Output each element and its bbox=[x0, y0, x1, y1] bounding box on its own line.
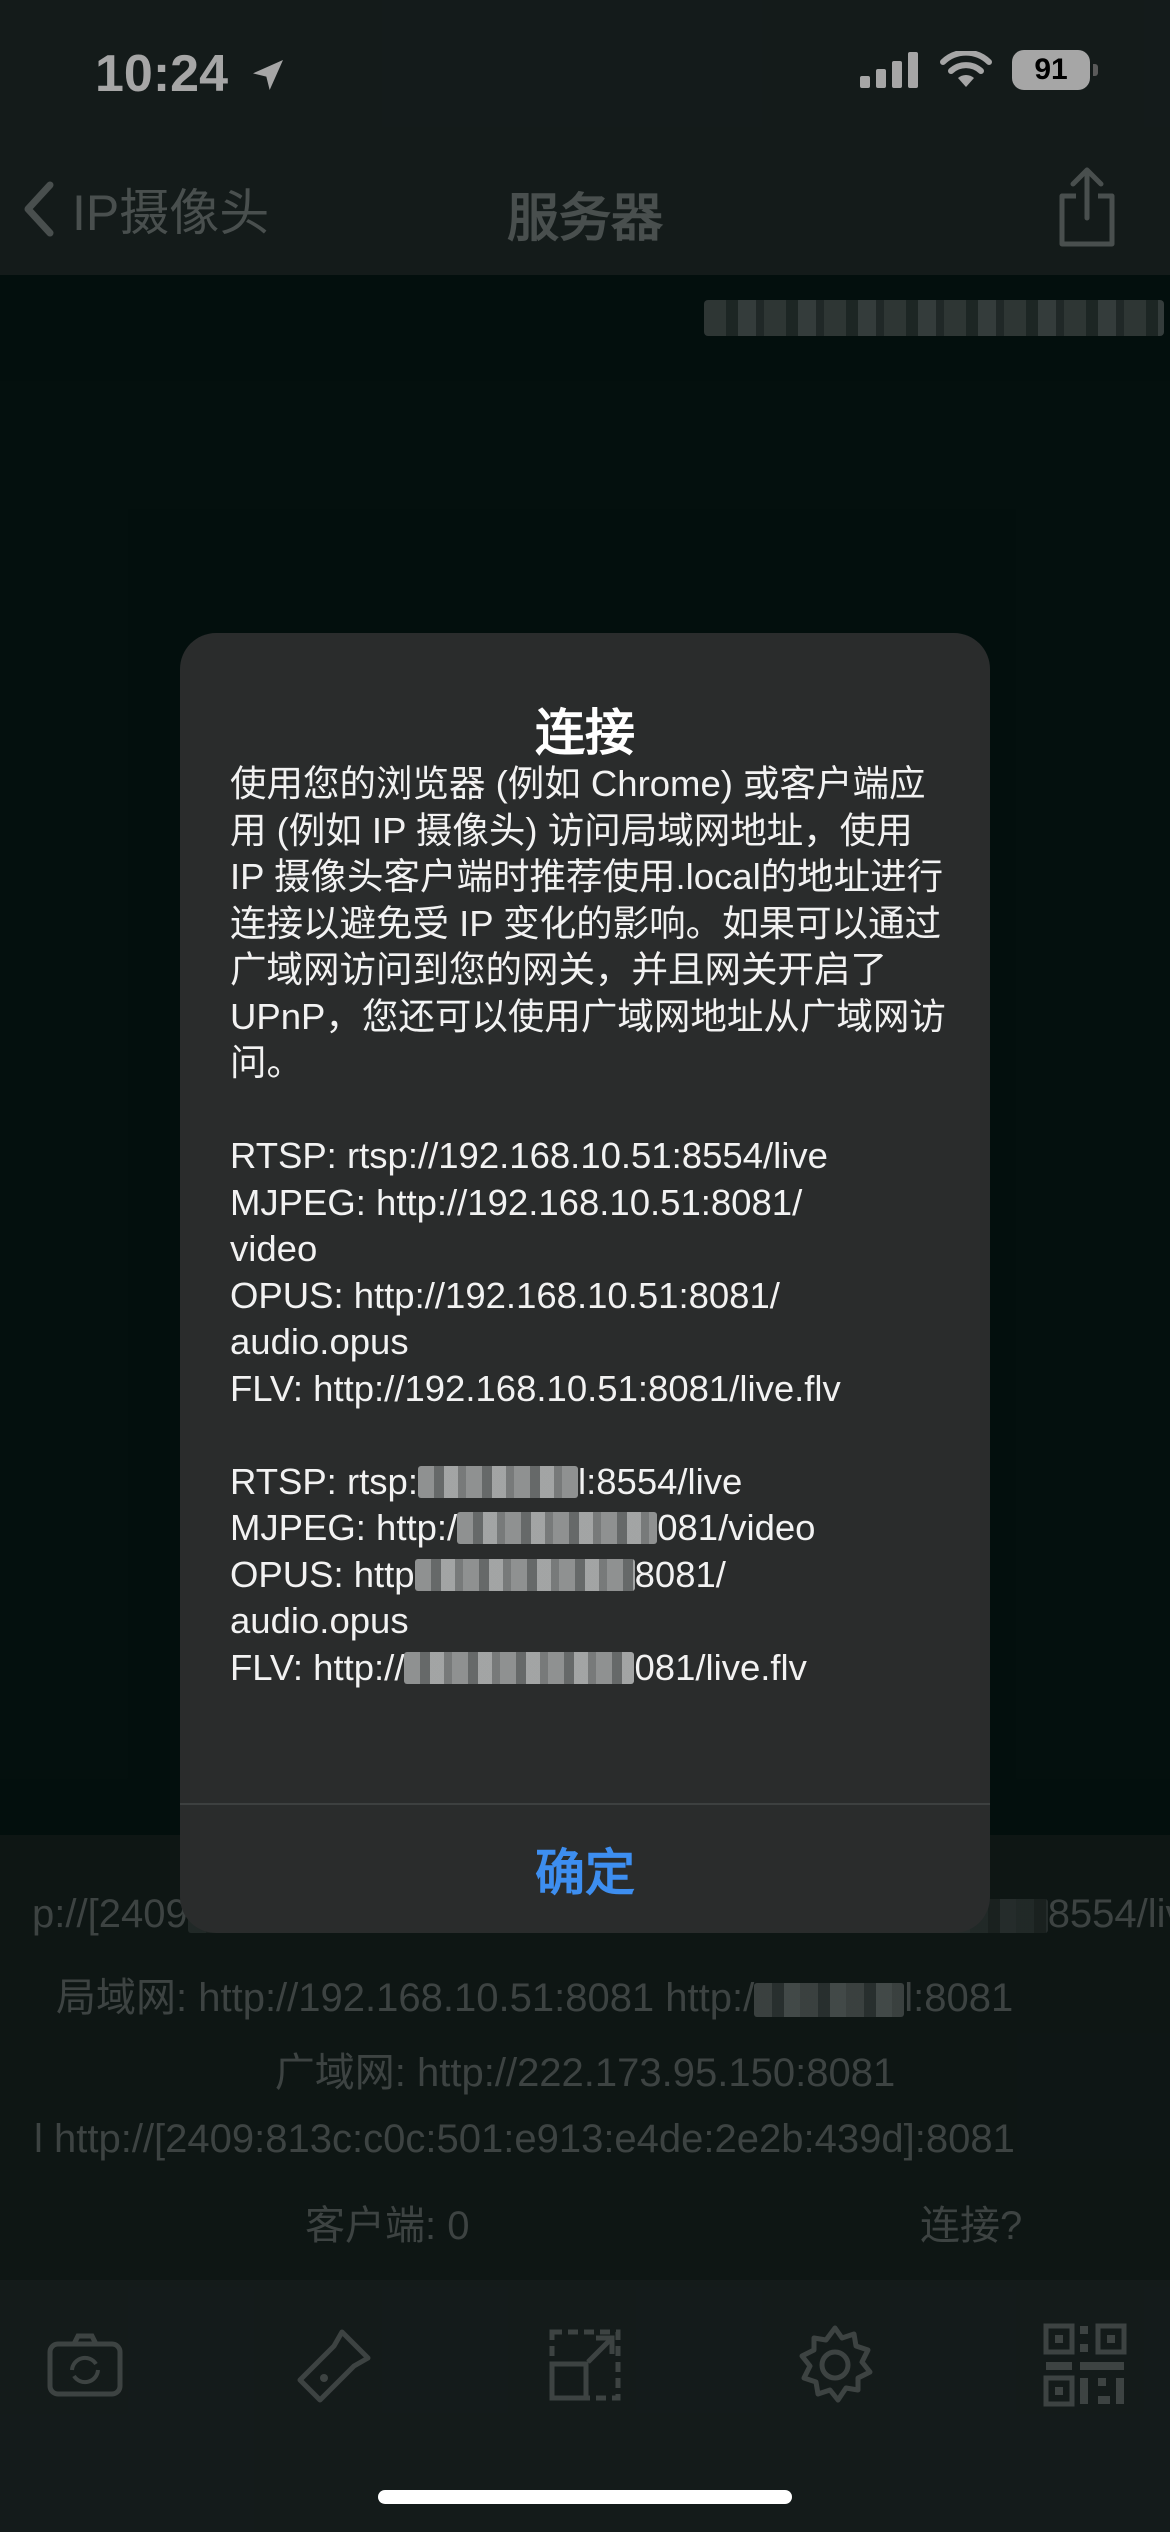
local-flv-url: FLV: http://081/live.flv bbox=[230, 1646, 807, 1688]
dialog-message: 使用您的浏览器 (例如 Chrome) 或客户端应用 (例如 IP 摄像头) 访… bbox=[230, 761, 950, 1691]
lan-rtsp-url: RTSP: rtsp://192.168.10.51:8554/live bbox=[230, 1135, 828, 1176]
ok-button[interactable]: 确定 bbox=[180, 1805, 990, 1933]
lan-opus-url-cont: audio.opus bbox=[230, 1321, 409, 1362]
lan-flv-url: FLV: http://192.168.10.51:8081/live.flv bbox=[230, 1367, 841, 1409]
dialog-title: 连接 bbox=[535, 705, 635, 761]
lan-mjpeg-url-cont: video bbox=[230, 1228, 318, 1269]
app-screen: 10:24 91 IP摄像头 服务器 p://[2409 8554/li 局域网… bbox=[0, 0, 1170, 2532]
dialog-description: 使用您的浏览器 (例如 Chrome) 或客户端应用 (例如 IP 摄像头) 访… bbox=[230, 763, 946, 1083]
local-rtsp-url: RTSP: rtsp: l:8554/live bbox=[230, 1460, 743, 1502]
connect-dialog: 连接 使用您的浏览器 (例如 Chrome) 或客户端应用 (例如 IP 摄像头… bbox=[180, 633, 990, 1933]
local-opus-url-cont: audio.opus bbox=[230, 1600, 409, 1641]
lan-opus-url: OPUS: http://192.168.10.51:8081/ bbox=[230, 1274, 780, 1316]
home-indicator[interactable] bbox=[378, 2490, 792, 2504]
local-mjpeg-url: MJPEG: http:/081/video bbox=[230, 1507, 816, 1548]
local-opus-url: OPUS: http 8081/ bbox=[230, 1553, 726, 1595]
lan-mjpeg-url: MJPEG: http://192.168.10.51:8081/ bbox=[230, 1181, 803, 1223]
